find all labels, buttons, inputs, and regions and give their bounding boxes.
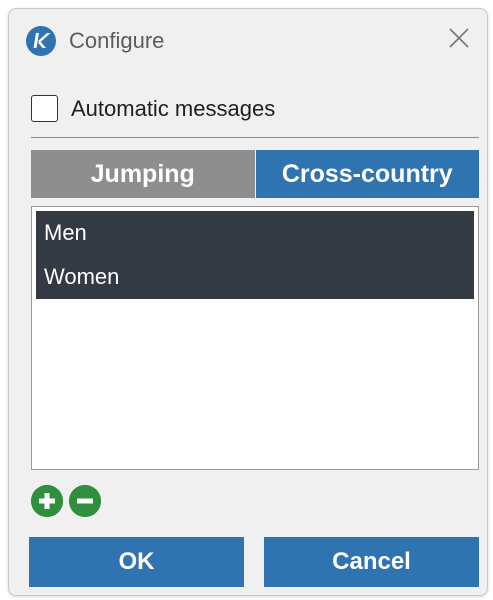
cancel-button[interactable]: Cancel	[264, 537, 479, 587]
plus-circle-icon[interactable]	[31, 485, 63, 517]
tab-jumping[interactable]: Jumping	[31, 150, 256, 198]
window-title: Configure	[69, 28, 165, 53]
list-item-men[interactable]: Men	[36, 211, 474, 255]
configure-dialog: Configure Automatic messages Jumping Cro…	[8, 8, 488, 596]
list-item-women[interactable]: Women	[36, 255, 474, 299]
automatic-messages-checkbox[interactable]	[31, 95, 58, 122]
automatic-messages-option[interactable]: Automatic messages	[31, 95, 275, 122]
ok-button[interactable]: OK	[29, 537, 244, 587]
list-actions	[31, 485, 101, 517]
close-button[interactable]	[441, 23, 477, 57]
dialog-buttons: OK Cancel	[29, 537, 479, 587]
discipline-tabs: Jumping Cross-country	[31, 150, 479, 198]
minus-circle-icon[interactable]	[69, 485, 101, 517]
tab-cross-country[interactable]: Cross-country	[255, 150, 479, 198]
automatic-messages-label: Automatic messages	[71, 95, 276, 121]
k-logo-icon	[25, 25, 57, 57]
divider	[31, 137, 479, 138]
close-icon	[449, 27, 469, 53]
category-list[interactable]: Men Women	[31, 206, 479, 470]
title-bar: Configure	[9, 9, 487, 71]
